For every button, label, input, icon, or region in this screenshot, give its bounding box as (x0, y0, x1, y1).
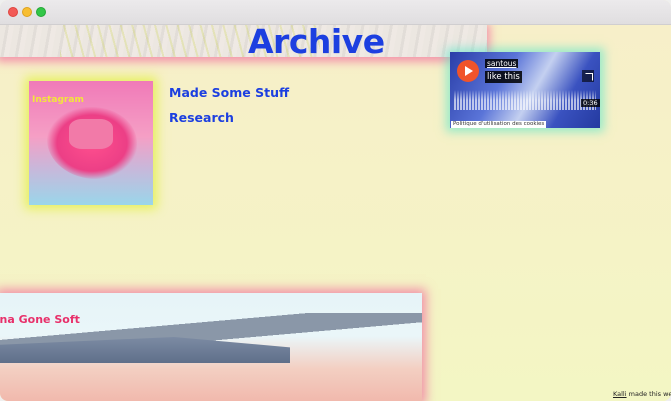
nav-link-research[interactable]: Research (169, 110, 234, 125)
footer-credit: Kalli made this websi (613, 390, 671, 398)
header-banner (0, 25, 487, 57)
soundcloud-player: santous like this 0:36 Politique d'utili… (450, 52, 600, 128)
soundcloud-waveform[interactable] (454, 90, 596, 110)
window-titlebar (0, 0, 671, 25)
soundcloud-track-title[interactable]: like this (485, 71, 522, 83)
share-icon[interactable] (582, 70, 594, 82)
close-window-button[interactable] (8, 7, 18, 17)
browser-window: Archive Instagram Made Some Stuff Resear… (0, 0, 671, 401)
instagram-tile[interactable]: Instagram (29, 81, 153, 205)
credit-link[interactable]: Kalli (613, 390, 627, 398)
play-icon[interactable] (457, 60, 479, 82)
instagram-label: Instagram (32, 95, 84, 105)
page-content: Archive Instagram Made Some Stuff Resear… (0, 25, 671, 401)
soundcloud-duration: 0:36 (581, 99, 600, 107)
maximize-window-button[interactable] (36, 7, 46, 17)
instagram-artwork-detail (69, 119, 113, 149)
credit-text: made this websi (628, 390, 671, 398)
page-title: Archive (248, 25, 385, 61)
project-title: ona Gone Soft (0, 313, 80, 326)
project-card[interactable]: ona Gone Soft (0, 293, 422, 401)
nav-link-made-some-stuff[interactable]: Made Some Stuff (169, 85, 289, 100)
minimize-window-button[interactable] (22, 7, 32, 17)
soundcloud-username[interactable]: santous (485, 59, 519, 68)
cookie-policy-link[interactable]: Politique d'utilisation des cookies (451, 121, 547, 128)
